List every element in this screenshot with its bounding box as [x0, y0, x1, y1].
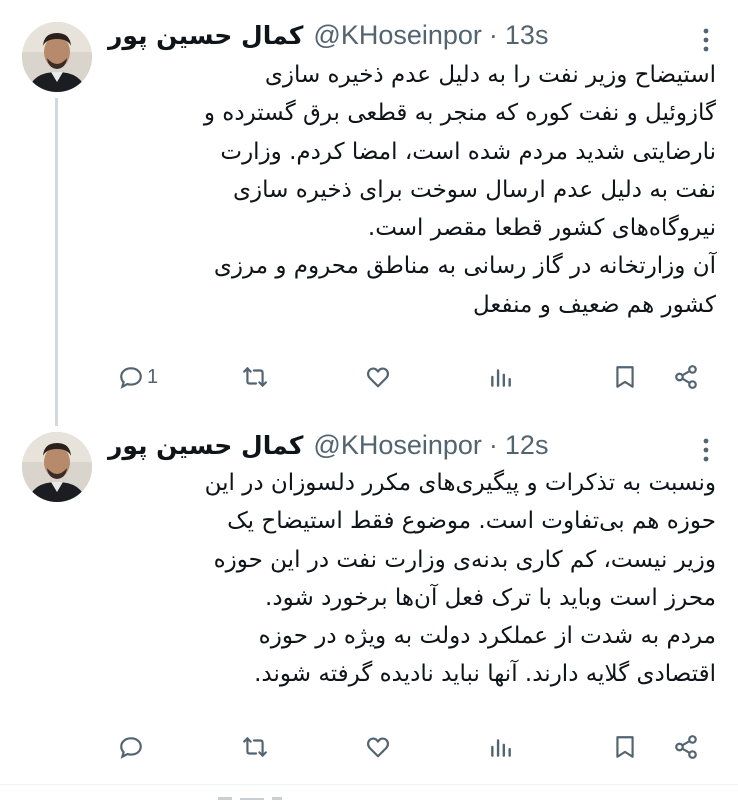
tweet[interactable]: کمال حسین پور @KHoseinpor · 13s استیضاح …: [0, 0, 738, 426]
reply-icon: [120, 737, 142, 759]
tweet-text-line: محرز است وباید با ترک فعل آن‌ها برخورد ش…: [265, 584, 716, 611]
tweet-header: کمال حسین پور @KHoseinpor · 13s: [108, 15, 548, 55]
next-tweet-peek: [210, 788, 330, 800]
tweet-text-line: مردم به شدت از عملکرد دولت به ویژه در حو…: [258, 623, 716, 650]
tweet-text-line: آن وزارتخانه در گاز رسانی به مناطق محروم…: [213, 253, 716, 280]
avatar[interactable]: [22, 22, 92, 92]
tweet-header: کمال حسین پور @KHoseinpor · 12s: [108, 425, 548, 465]
author-handle[interactable]: @KHoseinpor: [313, 20, 482, 51]
avatar[interactable]: [22, 432, 92, 502]
reply-button[interactable]: 1: [118, 357, 158, 397]
reply-count: 1: [147, 365, 159, 388]
tweet-time[interactable]: 12s: [505, 430, 549, 461]
bookmark-icon: [616, 366, 634, 388]
views-icon: [491, 369, 511, 387]
like-icon: [367, 367, 389, 388]
tweet-text-line: اقتصادی گلایه دارند. آنها نباید نادیده گ…: [254, 661, 716, 688]
tweet-text-line: گازوئیل و نفت کوره که منجر به قطعی برق گ…: [203, 100, 716, 127]
tweet-separator: [0, 784, 738, 785]
reply-icon: [120, 367, 142, 389]
tweet-text-line: نفت به دلیل عدم ارسال سوخت برای ذخیره سا…: [233, 176, 716, 203]
author-name[interactable]: کمال حسین پور: [108, 21, 303, 50]
views-icon: [491, 739, 511, 757]
bookmark-button[interactable]: [612, 727, 638, 767]
action-bar: 1: [0, 357, 738, 397]
more-icon[interactable]: [702, 27, 710, 53]
retweet-icon: [243, 367, 267, 387]
author-handle[interactable]: @KHoseinpor: [313, 430, 482, 461]
retweet-button[interactable]: [242, 727, 268, 767]
tweet[interactable]: کمال حسین پور @KHoseinpor · 12s ونسبت به…: [0, 420, 738, 790]
bookmark-button[interactable]: [612, 357, 638, 397]
tweet-text: ونسبت به تذکرات و پیگیری‌های مکرر دلسوزا…: [100, 464, 716, 694]
share-icon: [675, 735, 697, 759]
action-bar: [0, 727, 738, 767]
bookmark-icon: [616, 736, 634, 758]
tweet-text-line: ونسبت به تذکرات و پیگیری‌های مکرر دلسوزا…: [204, 470, 716, 496]
retweet-button[interactable]: [242, 357, 268, 397]
dot-separator: ·: [488, 19, 498, 50]
like-button[interactable]: [365, 357, 391, 397]
reply-button[interactable]: [118, 727, 147, 767]
tweet-text-line: استیضاح وزیر نفت را به دلیل عدم ذخیره سا…: [264, 62, 716, 88]
share-button[interactable]: [673, 357, 699, 397]
retweet-icon: [243, 737, 267, 757]
views-button[interactable]: [488, 727, 514, 767]
share-button[interactable]: [673, 727, 699, 767]
share-icon: [675, 365, 697, 389]
more-icon[interactable]: [702, 437, 710, 463]
views-button[interactable]: [488, 357, 514, 397]
tweet-time[interactable]: 13s: [505, 20, 549, 51]
tweet-text-line: نارضایتی شدید مردم شده است، امضا کردم. و…: [220, 138, 716, 165]
like-icon: [367, 737, 389, 758]
author-name[interactable]: کمال حسین پور: [108, 431, 303, 460]
tweet-text-line: کشور هم ضعیف و منفعل: [472, 291, 716, 318]
like-button[interactable]: [365, 727, 391, 767]
tweet-text-line: وزیر نیست، کم کاری بدنه‌ی وزارت نفت در ا…: [213, 546, 716, 573]
tweet-text: استیضاح وزیر نفت را به دلیل عدم ذخیره سا…: [100, 56, 716, 324]
tweet-text-line: نیروگاه‌های کشور قطعا مقصر است.: [367, 215, 716, 242]
tweet-text-line: حوزه هم بی‌تفاوت است. موضوع فقط استیضاح …: [227, 508, 716, 535]
dot-separator: ·: [488, 429, 498, 460]
